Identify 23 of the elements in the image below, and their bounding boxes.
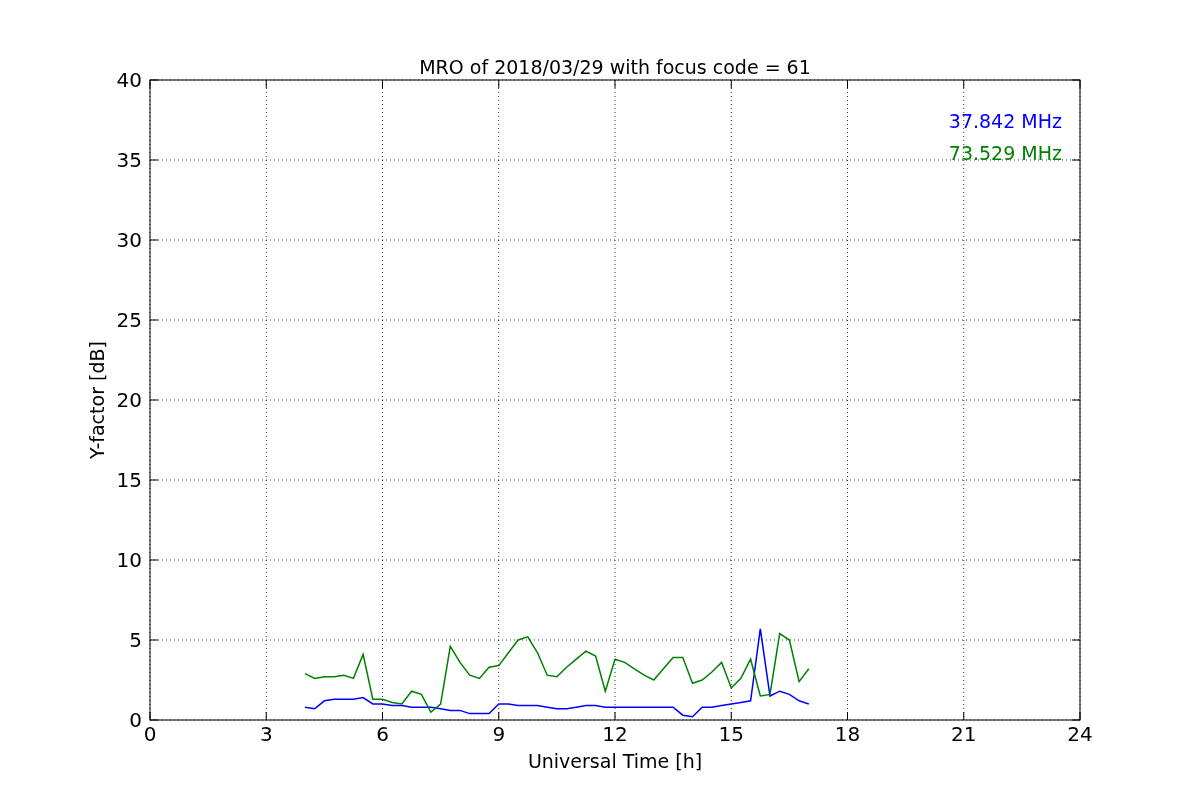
legend-label: 37.842 MHz xyxy=(948,110,1062,132)
x-tick-label: 12 xyxy=(602,722,628,746)
x-axis-label: Universal Time [h] xyxy=(527,750,703,772)
x-tick-label: 18 xyxy=(834,722,861,746)
y-tick-label: 0 xyxy=(129,708,142,732)
y-tick-label: 40 xyxy=(116,68,142,92)
y-tick-label: 5 xyxy=(129,628,142,652)
x-tick-label: 3 xyxy=(259,722,273,746)
y-tick-label: 20 xyxy=(116,388,142,412)
x-tick-label: 15 xyxy=(718,722,744,746)
chart-title: MRO of 2018/03/29 with focus code = 61 xyxy=(419,56,811,78)
legend-label: 73.529 MHz xyxy=(948,142,1062,164)
x-tick-label: 24 xyxy=(1067,722,1093,746)
y-tick-label: 25 xyxy=(116,308,142,332)
x-tick-label: 21 xyxy=(951,722,977,746)
x-tick-label: 9 xyxy=(492,722,506,746)
y-tick-label: 30 xyxy=(116,228,142,252)
x-tick-label: 6 xyxy=(376,722,389,746)
y-tick-label: 35 xyxy=(116,148,142,172)
y-tick-label: 15 xyxy=(116,468,142,492)
y-tick-label: 10 xyxy=(116,548,142,572)
x-tick-label: 0 xyxy=(143,722,157,746)
y-axis-label: Y-factor [dB] xyxy=(86,341,108,459)
